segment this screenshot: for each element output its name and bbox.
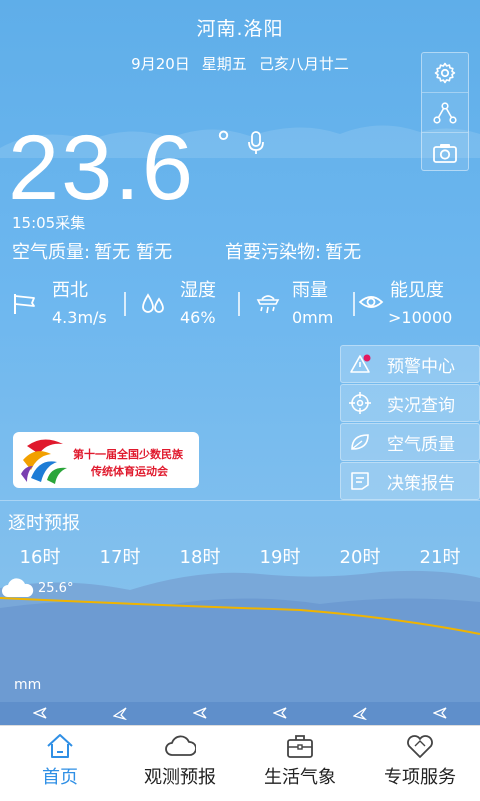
live-query-button[interactable]: 实况查询 (340, 384, 480, 422)
warning-center-button[interactable]: 预警中心 (340, 345, 480, 383)
leaf-icon (351, 434, 369, 450)
air-quality-label: 空气质量: (12, 242, 91, 263)
event-logo-icon (21, 439, 67, 484)
humidity-drops-icon (142, 293, 164, 313)
decision-report-label: 决策报告 (387, 473, 455, 494)
banner-line2: 传统体育运动会 (91, 465, 168, 478)
share-icon (433, 101, 457, 124)
air-quality-value: 暂无 (94, 242, 131, 263)
report-icon (351, 472, 369, 490)
voice-button[interactable] (246, 130, 266, 160)
divider (238, 292, 240, 316)
lunar-date: 己亥八月廿二 (258, 55, 349, 73)
bottom-tab-bar: 首页 观测预报 生活气象 专项服务 (0, 725, 480, 801)
first-temp-value: 25.6° (38, 581, 74, 596)
hour-label: 21时 (419, 547, 461, 568)
wind-arrow-icon (113, 707, 127, 720)
wind-arrow-icon (353, 707, 367, 720)
visibility-label: 能见度 (390, 280, 444, 301)
cloud-icon (2, 578, 34, 597)
eye-icon (358, 296, 384, 308)
rain-stat: 雨量 0mm (254, 276, 354, 336)
air-quality-button-label: 空气质量 (387, 434, 455, 455)
hourly-forecast-title: 逐时预报 (8, 513, 80, 534)
wind-arrow-icon (193, 707, 207, 719)
degree-symbol: ° (216, 126, 231, 161)
hour-label: 17时 (99, 547, 141, 568)
section-divider (0, 500, 480, 501)
divider (353, 292, 355, 316)
wind-arrow-icon (33, 707, 47, 719)
gear-icon (434, 62, 456, 83)
hourly-time-row: 16时 17时 18时 19时 20时 21时 (0, 543, 480, 568)
air-quality-line: 空气质量: 暂无 暂无 (12, 238, 182, 264)
rain-unit-label: mm (14, 677, 42, 693)
collect-time: 15:05采集 (12, 214, 86, 232)
first-temp-marker: 25.6° (0, 575, 80, 605)
microphone-icon (248, 131, 264, 154)
rain-value: 0mm (292, 308, 334, 327)
tab-special-label: 专项服务 (384, 767, 456, 788)
wind-stat: 西北 4.3m/s (12, 276, 122, 336)
rain-label: 雨量 (292, 280, 328, 301)
hour-label: 20时 (339, 547, 381, 568)
camera-icon (433, 143, 457, 163)
cloud-icon (165, 735, 196, 756)
wind-flag-icon (14, 294, 35, 314)
humidity-label: 湿度 (180, 280, 216, 301)
share-button[interactable] (422, 93, 468, 133)
humidity-stat: 湿度 46% (140, 276, 240, 336)
heart-icon (407, 735, 433, 758)
wind-arrow-icon (273, 707, 287, 719)
pollutant-label: 首要污染物: (225, 242, 322, 263)
settings-button[interactable] (422, 53, 468, 93)
date: 9月20日 (131, 55, 190, 73)
tab-life-weather[interactable]: 生活气象 (240, 726, 360, 801)
current-temperature: 23.6 (8, 117, 196, 219)
hour-label: 19时 (259, 547, 301, 568)
weather-background: 河南.洛阳 9月20日 星期五 己亥八月廿二 23.6 ° 15:05采集 空气… (0, 0, 480, 725)
air-quality-button[interactable]: 空气质量 (340, 423, 480, 461)
tab-observation-forecast[interactable]: 观测预报 (120, 726, 240, 801)
divider (124, 292, 126, 316)
visibility-value: >10000 (388, 308, 453, 327)
crosshair-icon (349, 392, 371, 414)
rain-icon (256, 295, 280, 314)
weekday: 星期五 (201, 55, 247, 73)
date-line: 9月20日 星期五 己亥八月廿二 (0, 53, 480, 74)
pollutant-line: 首要污染物: 暂无 (225, 238, 361, 264)
visibility-stat: 能见度 >10000 (356, 276, 478, 336)
city-name[interactable]: 河南.洛阳 (0, 14, 480, 41)
warning-center-label: 预警中心 (387, 356, 455, 377)
weather-stats: 西北 4.3m/s 湿度 46% 雨量 0mm 能见度 >10000 (0, 276, 480, 336)
tool-panel (421, 52, 469, 171)
warning-triangle-icon (350, 354, 371, 373)
briefcase-icon (287, 735, 313, 758)
tab-observation-label: 观测预报 (144, 767, 216, 788)
wind-direction: 西北 (52, 280, 88, 301)
event-banner[interactable]: 第十一届全国少数民族 传统体育运动会 (13, 432, 199, 488)
camera-button[interactable] (422, 133, 468, 172)
banner-line1: 第十一届全国少数民族 (73, 448, 183, 461)
wind-speed: 4.3m/s (52, 308, 107, 327)
tab-home-label: 首页 (42, 767, 78, 788)
home-icon (47, 734, 73, 758)
tab-life-label: 生活气象 (264, 767, 336, 788)
hourly-wind-row (0, 702, 480, 725)
pollutant-value: 暂无 (325, 242, 362, 263)
hour-label: 16时 (19, 547, 61, 568)
humidity-value: 46% (180, 308, 216, 327)
tab-special-service[interactable]: 专项服务 (360, 726, 480, 801)
wind-arrow-icon (433, 707, 447, 719)
hour-label: 18时 (179, 547, 221, 568)
live-query-label: 实况查询 (387, 395, 455, 416)
tab-home[interactable]: 首页 (0, 726, 120, 801)
decision-report-button[interactable]: 决策报告 (340, 462, 480, 500)
air-quality-level: 暂无 (136, 242, 173, 263)
